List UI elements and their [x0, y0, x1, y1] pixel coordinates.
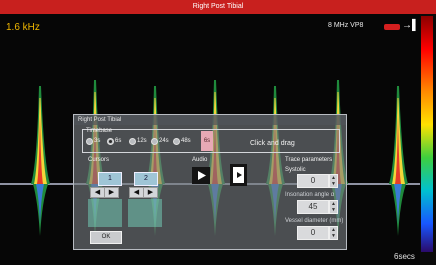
angle-value[interactable]: 45	[297, 200, 329, 214]
color-scale-bar	[421, 16, 433, 252]
selected-timebase[interactable]: 6s	[201, 131, 213, 151]
dialog-title: Right Post Tibial	[74, 115, 346, 125]
diameter-value[interactable]: 0	[297, 226, 329, 240]
cursors-label: Cursors	[88, 157, 110, 163]
timebase-option-2: 12s	[137, 138, 147, 144]
cursor-2-left-button[interactable]: ◀	[129, 187, 144, 198]
click-and-drag-hint: Click and drag	[250, 140, 295, 147]
timebase-radio-3[interactable]	[151, 138, 158, 145]
ok-button[interactable]: OK	[90, 231, 122, 244]
trace-parameters-label: Trace parameters	[285, 157, 333, 163]
cursor-2-readout	[128, 199, 162, 227]
cursor-1-readout	[88, 199, 122, 227]
play-icon-button[interactable]	[192, 167, 210, 184]
cursor-2-right-button[interactable]: ▶	[143, 187, 158, 198]
timebase-radio-0[interactable]	[86, 138, 93, 145]
timebase-option-4: 48s	[181, 138, 191, 144]
window-title: Right Post Tibial	[0, 0, 436, 14]
settings-dialog: Right Post Tibial Timebase 3s 6s 12s 24s…	[73, 114, 347, 250]
timebase-radio-1[interactable]	[107, 138, 114, 145]
systolic-spinner[interactable]: ▲ ▼	[329, 174, 338, 188]
cursor-1-right-button[interactable]: ▶	[104, 187, 119, 198]
systolic-value[interactable]: 0	[297, 174, 329, 188]
timebase-option-1: 6s	[115, 138, 122, 144]
probe-label: 8 MHz VP8	[328, 22, 364, 29]
timebase-option-0: 3s	[94, 138, 101, 144]
angle-spinner[interactable]: ▲ ▼	[329, 200, 338, 214]
diameter-label: Vessel diameter (mm)	[285, 218, 344, 224]
cursor-1-button[interactable]: 1	[98, 172, 122, 186]
velocity-scale-label: 1.6 kHz	[6, 22, 40, 33]
marker-arrow-icon: →▌	[402, 20, 420, 31]
timebase-radio-4[interactable]	[173, 138, 180, 145]
cursor-1-left-button[interactable]: ◀	[90, 187, 105, 198]
timebase-option-3: 24s	[159, 138, 169, 144]
systolic-label: Systolic	[285, 167, 306, 173]
audio-label: Audio	[192, 157, 208, 163]
diameter-spinner[interactable]: ▲ ▼	[329, 226, 338, 240]
timebase-label: Timebase	[86, 128, 113, 134]
recording-indicator	[384, 24, 400, 30]
cursor-2-button[interactable]: 2	[134, 172, 158, 186]
angle-label: Insonation angle α	[285, 192, 335, 198]
audio-file-icon[interactable]	[230, 164, 247, 186]
time-scale-label: 6secs	[394, 252, 415, 261]
timebase-radio-2[interactable]	[129, 138, 136, 145]
doppler-app: Right Post Tibial 1.6 kHz 8 MHz VP8 →▌ 6…	[0, 0, 436, 265]
